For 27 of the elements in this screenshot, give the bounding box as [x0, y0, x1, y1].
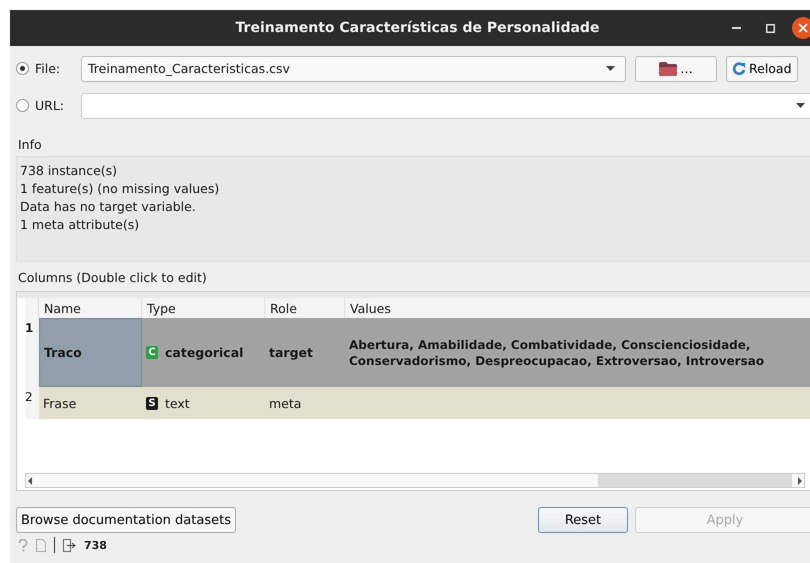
type-icon: S: [146, 396, 158, 410]
table-cell: categorical: [165, 345, 244, 360]
browse-datasets-button[interactable]: Browse documentation datasets: [16, 507, 236, 533]
section-heading: Columns (Double click to edit): [17, 269, 208, 287]
type-icon: C: [146, 346, 158, 359]
reload-button[interactable]: Reload: [726, 56, 798, 82]
browse-file-button[interactable]: …: [635, 56, 717, 82]
info-line: 1 feature(s) (no missing values): [20, 180, 220, 198]
table-cell: Traco: [39, 318, 142, 387]
table-cell-text: Abertura, Amabilidade, Combatividade, Conscienciosidade, Conservadorismo, Despreocupacao, Extroversao, Introversao: [348, 336, 766, 370]
table-cell-text: meta: [268, 394, 302, 412]
columns-table[interactable]: Name Type Role Values 1 Traco C categorical target Abertura, Amabilidade, Combatividade, Conscienciosidade, Conservadorismo, Despreocupacao, Extroversao, Introversao 2 Frase S text meta: [16, 291, 810, 491]
source-label: File:: [35, 61, 62, 76]
file-dropdown[interactable]: Treinamento_Caracteristicas.csv: [81, 56, 626, 82]
row-number: 2: [25, 387, 39, 419]
source-label: URL:: [35, 98, 66, 113]
window-title: Treinamento Características de Personalidade: [236, 20, 600, 36]
table-cell-text: target: [268, 344, 314, 362]
info-line: 1 meta attribute(s): [20, 216, 140, 234]
info-line: Data has no target variable.: [20, 198, 197, 216]
row-number: 1: [25, 318, 39, 387]
section-heading: Info: [17, 136, 43, 154]
table-cell-text: Frase: [42, 394, 78, 412]
output-count: 738: [84, 538, 107, 552]
table-cell: text: [165, 396, 190, 410]
info-line: 738 instance(s): [20, 162, 118, 180]
reset-button[interactable]: Reset: [538, 507, 628, 533]
